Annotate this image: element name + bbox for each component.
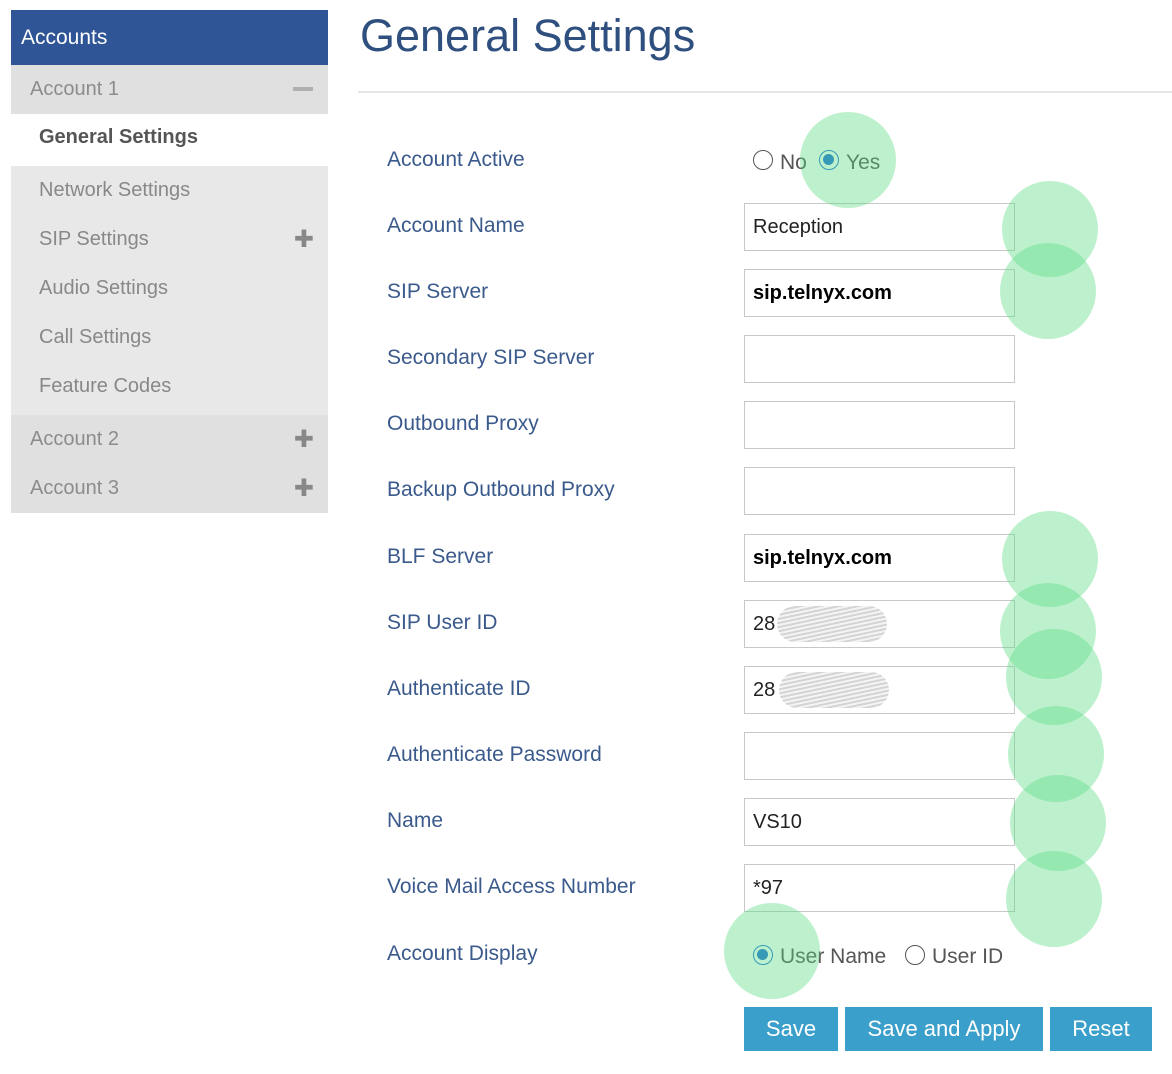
title-divider [358,91,1172,93]
authenticate-password-field[interactable] [744,732,1015,780]
authenticate-password-label: Authenticate Password [387,743,602,766]
outbound-proxy-label: Outbound Proxy [387,412,539,435]
highlight-circle [1002,511,1098,607]
page-title: General Settings [360,10,696,61]
account-name-label: Account Name [387,214,525,237]
redaction-scribble [777,606,887,642]
authenticate-id-label: Authenticate ID [387,677,531,700]
account-active-no-radio[interactable] [753,150,773,170]
plus-icon[interactable]: ✚ [294,215,314,264]
name-field[interactable] [744,798,1015,846]
secondary-sip-server-field[interactable] [744,335,1015,383]
sidebar-account-2[interactable]: Account 2 ✚ [11,415,328,464]
sip-server-field[interactable] [744,269,1015,317]
sip-user-id-label: SIP User ID [387,611,498,634]
account-display-user-id-radio[interactable] [905,945,925,965]
account-active-yes-label: Yes [846,151,881,174]
backup-outbound-proxy-field[interactable] [744,467,1015,515]
sidebar-item-general-settings[interactable]: General Settings [11,114,328,166]
plus-icon[interactable]: ✚ [294,464,314,513]
secondary-sip-server-label: Secondary SIP Server [387,346,595,369]
sidebar-account-1[interactable]: Account 1 [11,65,328,114]
blf-server-field[interactable] [744,534,1015,582]
minus-icon[interactable] [293,87,313,91]
account-display-user-name-radio[interactable] [753,945,773,965]
highlight-circle [1006,629,1102,725]
account-display-user-id-label: User ID [932,945,1004,968]
sidebar-item-sip-settings[interactable]: SIP Settings ✚ [11,215,328,264]
sidebar-account-3-label: Account 3 [30,477,119,499]
outbound-proxy-field[interactable] [744,401,1015,449]
sidebar-item-call-settings[interactable]: Call Settings [11,313,328,362]
account-active-yes-radio[interactable] [819,150,839,170]
reset-button[interactable]: Reset [1050,1007,1152,1051]
account-active-no-label: No [780,151,807,174]
sidebar-header: Accounts [11,10,328,65]
sidebar-account-1-label: Account 1 [30,78,119,100]
highlight-circle [1008,706,1104,802]
sidebar-item-network-settings[interactable]: Network Settings [11,166,328,215]
backup-outbound-proxy-label: Backup Outbound Proxy [387,478,615,501]
sidebar-account-3[interactable]: Account 3 ✚ [11,464,328,513]
plus-icon[interactable]: ✚ [294,415,314,464]
account-name-field[interactable] [744,203,1015,251]
redaction-scribble [779,672,889,708]
blf-server-label: BLF Server [387,545,494,568]
voice-mail-access-number-label: Voice Mail Access Number [387,875,636,898]
voice-mail-access-number-field[interactable] [744,864,1015,912]
account-display-label: Account Display [387,942,538,965]
name-label: Name [387,809,444,832]
sidebar-item-audio-settings[interactable]: Audio Settings [11,264,328,313]
account-display-user-name-label: User Name [780,945,887,968]
sidebar-account-2-label: Account 2 [30,428,119,450]
sidebar-item-feature-codes[interactable]: Feature Codes [11,362,328,411]
highlight-circle [1002,181,1098,277]
sip-server-label: SIP Server [387,280,489,303]
highlight-circle [1010,775,1106,871]
save-and-apply-button[interactable]: Save and Apply [845,1007,1043,1051]
save-button[interactable]: Save [744,1007,838,1051]
accounts-sidebar: Accounts Account 1 General Settings Netw… [11,10,328,513]
account-active-label: Account Active [387,148,525,171]
highlight-circle [1006,851,1102,947]
sidebar-item-sip-settings-label: SIP Settings [39,228,149,250]
